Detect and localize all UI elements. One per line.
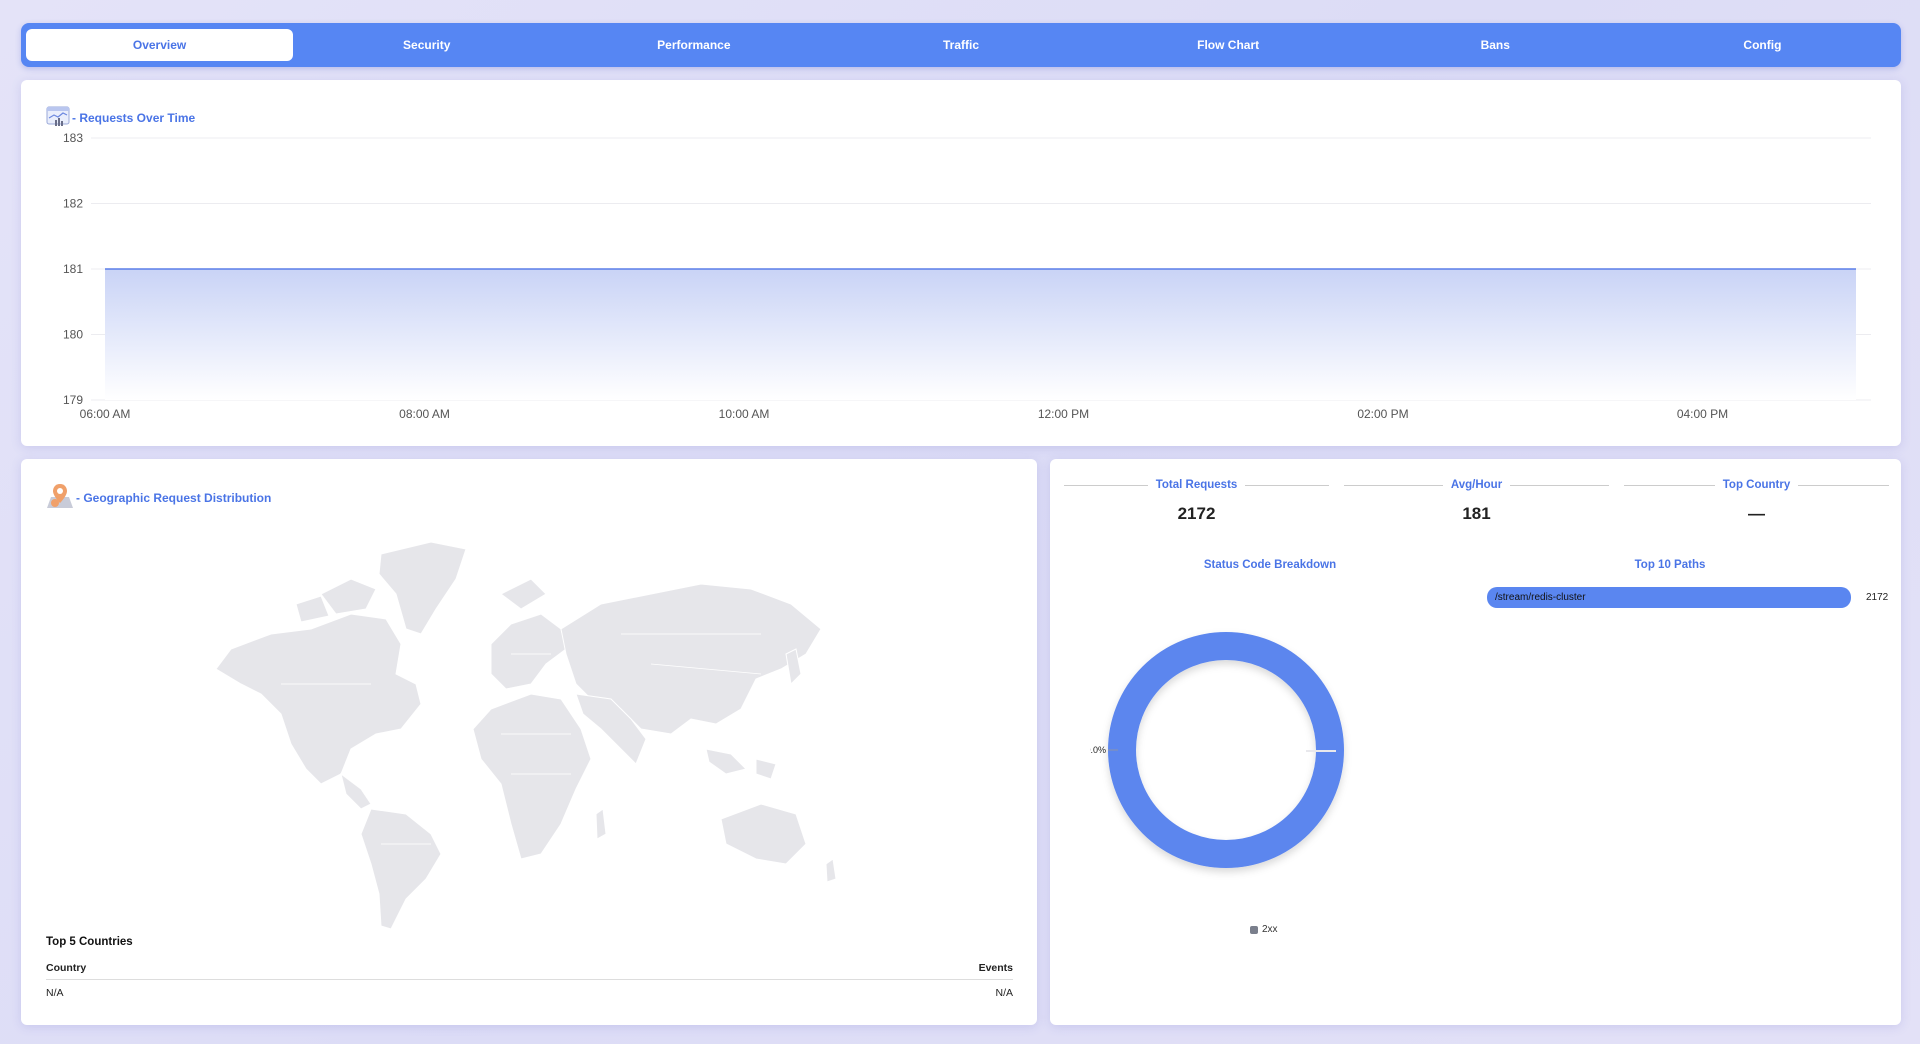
avg-hour-value: 181: [1462, 504, 1491, 523]
pie-slice-2xx: [1108, 632, 1344, 868]
y-tick-label: 183: [63, 131, 83, 145]
map-pin-icon: [46, 483, 74, 512]
x-tick-label: 10:00 AM: [719, 407, 770, 421]
stat-avg-hour: Avg/Hour 181: [1344, 479, 1610, 524]
y-tick-label: 179: [63, 393, 83, 407]
x-tick-label: 02:00 PM: [1357, 407, 1408, 421]
y-tick-label: 181: [63, 262, 83, 276]
area-fill: [105, 269, 1856, 400]
tab-overview[interactable]: Overview: [26, 29, 294, 61]
tab-security[interactable]: Security: [293, 29, 560, 61]
col-country: Country: [46, 962, 87, 974]
tab-performance[interactable]: Performance: [560, 29, 827, 61]
pie-label-pct: 100.0%: [1090, 745, 1106, 755]
geo-card-title: - Geographic Request Distribution: [76, 490, 272, 505]
geo-distribution-card: - Geographic Request Distribution Top 5 …: [21, 459, 1037, 1025]
y-tick-label: 180: [63, 328, 83, 342]
top-paths-title: Top 10 Paths: [1634, 559, 1706, 571]
tab-flow-chart[interactable]: Flow Chart: [1095, 29, 1362, 61]
top-countries-title: Top 5 Countries: [46, 936, 133, 948]
requests-over-time-card: - Requests Over Time 183 182 181 180 179 06:0…: [21, 80, 1901, 446]
row-country: N/A: [46, 987, 64, 999]
status-code-title: Status Code Breakdown: [1203, 559, 1337, 571]
top-countries-table: Top 5 Countries Country Events N/A N/A: [46, 936, 1013, 999]
x-tick-label: 12:00 PM: [1038, 407, 1089, 421]
table-row: N/A N/A: [46, 980, 1013, 999]
top-path-bar[interactable]: /stream/redis-cluster: [1487, 587, 1851, 608]
col-events: Events: [978, 962, 1013, 974]
total-requests-label: Total Requests: [1155, 479, 1238, 491]
requests-line-chart: 183 182 181 180 17906:00 AM 08:00 AM 10:00 AM 1…: [63, 131, 1871, 421]
legend-label: 2xx: [1262, 924, 1278, 935]
top-country-label: Top Country: [1722, 479, 1791, 491]
top-path-label: /stream/redis-cluster: [1495, 592, 1586, 603]
tab-bar: Overview Security Performance Traffic Fl…: [21, 23, 1901, 67]
tab-bans[interactable]: Bans: [1362, 29, 1629, 61]
status-pie-chart: 100.0%: [1090, 632, 1344, 868]
top-country-value: —: [1748, 504, 1765, 523]
legend-swatch: [1250, 925, 1258, 934]
stat-total-requests: Total Requests 2172: [1064, 479, 1330, 524]
stat-top-country: Top Country —: [1624, 479, 1889, 524]
top-path-count: 2172: [1866, 592, 1889, 603]
x-tick-label: 06:00 AM: [80, 407, 131, 421]
avg-hour-label: Avg/Hour: [1450, 479, 1503, 491]
tab-config[interactable]: Config: [1629, 29, 1896, 61]
x-tick-label: 04:00 PM: [1677, 407, 1728, 421]
pie-legend[interactable]: 2xx: [1250, 924, 1278, 935]
x-tick-label: 08:00 AM: [399, 407, 450, 421]
stats-card: Total Requests 2172 Avg/Hour 181 Top Cou…: [1050, 459, 1901, 1025]
world-map: [215, 541, 837, 930]
y-tick-label: 182: [63, 197, 83, 211]
top-countries-header: Country Events: [46, 962, 1013, 980]
row-events: N/A: [995, 987, 1013, 999]
tab-traffic[interactable]: Traffic: [827, 29, 1094, 61]
total-requests-value: 2172: [1177, 504, 1216, 523]
geo-card-title-wrap: - Geographic Request Distribution: [46, 483, 271, 512]
